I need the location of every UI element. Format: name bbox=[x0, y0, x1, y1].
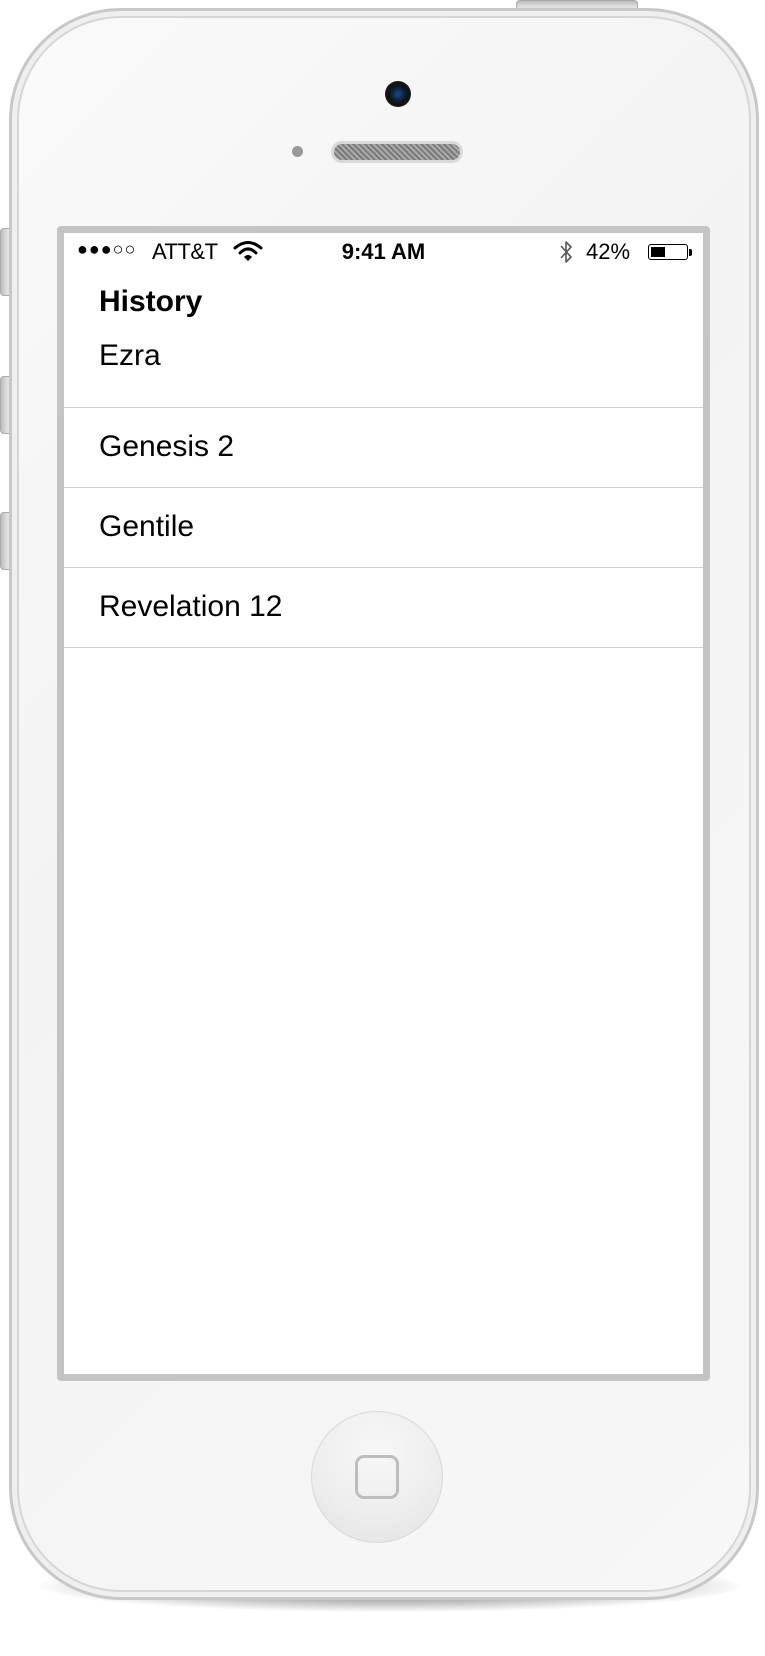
battery-icon bbox=[648, 244, 688, 260]
screen: ●●●○○ ATT&T 9:41 AM 42% History Ezra Gen… bbox=[64, 233, 703, 1374]
home-button[interactable] bbox=[311, 1411, 443, 1543]
list-item[interactable]: Gentile bbox=[64, 488, 703, 568]
screen-frame: ●●●○○ ATT&T 9:41 AM 42% History Ezra Gen… bbox=[57, 226, 710, 1381]
front-camera bbox=[385, 81, 411, 107]
status-bar: ●●●○○ ATT&T 9:41 AM 42% bbox=[64, 233, 703, 269]
bluetooth-icon bbox=[560, 241, 572, 263]
history-list: Ezra Genesis 2 Gentile Revelation 12 bbox=[64, 329, 703, 648]
list-item-label: Revelation 12 bbox=[99, 590, 283, 623]
list-item[interactable]: Ezra bbox=[64, 329, 703, 408]
device-stage: ●●●○○ ATT&T 9:41 AM 42% History Ezra Gen… bbox=[0, 0, 765, 1656]
battery-fill bbox=[651, 247, 665, 257]
list-item[interactable]: Genesis 2 bbox=[64, 408, 703, 488]
earpiece-speaker bbox=[331, 141, 463, 163]
list-item-label: Genesis 2 bbox=[99, 430, 235, 463]
list-item-label: Gentile bbox=[99, 510, 195, 543]
list-item[interactable]: Revelation 12 bbox=[64, 568, 703, 648]
page-title: History bbox=[99, 285, 203, 318]
list-item-label: Ezra bbox=[99, 339, 161, 372]
home-square-icon bbox=[355, 1455, 399, 1499]
battery-tip bbox=[689, 249, 692, 256]
proximity-sensor bbox=[292, 146, 303, 157]
battery-percent: 42% bbox=[586, 239, 631, 264]
